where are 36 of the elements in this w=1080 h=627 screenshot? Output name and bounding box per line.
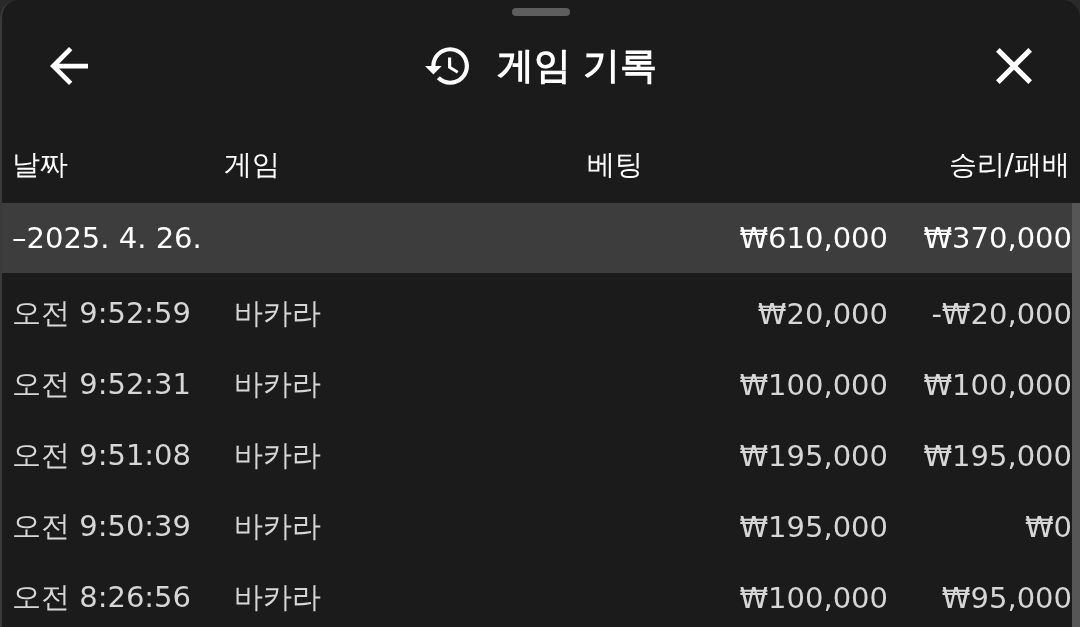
history-icon: [424, 47, 469, 85]
sheet-title: 게임 기록: [496, 43, 658, 89]
result-cell: -₩20,000: [931, 296, 1072, 331]
drag-handle[interactable]: [512, 8, 570, 16]
close-icon: [996, 48, 1032, 84]
group-result-total: ₩370,000: [923, 221, 1072, 255]
result-cell: ₩0: [1024, 509, 1072, 544]
column-header: 날짜: [12, 146, 68, 183]
game-cell-text: 바카라: [234, 436, 321, 474]
column-header: 베팅: [587, 146, 643, 183]
bet-cell: ₩20,000: [757, 296, 888, 331]
scrollbar[interactable]: [1072, 203, 1080, 627]
game-cell-text: 바카라: [234, 365, 321, 403]
result-cell: ₩100,000: [923, 367, 1072, 402]
date-group-row[interactable]: –2025. 4. 26. ₩610,000 ₩370,000: [2, 203, 1072, 273]
result-cell: ₩95,000: [941, 580, 1072, 615]
column-header: 승리/패배: [948, 146, 1070, 183]
game-cell-text: 바카라: [234, 578, 321, 616]
back-arrow-icon: [50, 47, 88, 85]
close-button[interactable]: [996, 48, 1032, 84]
time-cell-text: 오전 9:51:08: [12, 436, 191, 474]
bet-cell: ₩100,000: [739, 367, 888, 402]
column-header: 게임: [224, 146, 280, 183]
time-cell-text: 오전 9:52:31: [12, 365, 191, 403]
back-button[interactable]: [50, 47, 88, 85]
game-cell-text: 바카라: [234, 507, 321, 545]
game-cell-text: 바카라: [234, 294, 321, 332]
bet-cell: ₩100,000: [739, 580, 888, 615]
bet-cell: ₩195,000: [739, 438, 888, 473]
group-bet-total: ₩610,000: [739, 221, 888, 255]
time-cell-text: 오전 8:26:56: [12, 578, 191, 616]
time-cell-text: 오전 9:52:59: [12, 294, 191, 332]
group-date: –2025. 4. 26.: [12, 221, 202, 255]
result-cell: ₩195,000: [923, 438, 1072, 473]
time-cell-text: 오전 9:50:39: [12, 507, 191, 545]
bet-cell: ₩195,000: [739, 509, 888, 544]
